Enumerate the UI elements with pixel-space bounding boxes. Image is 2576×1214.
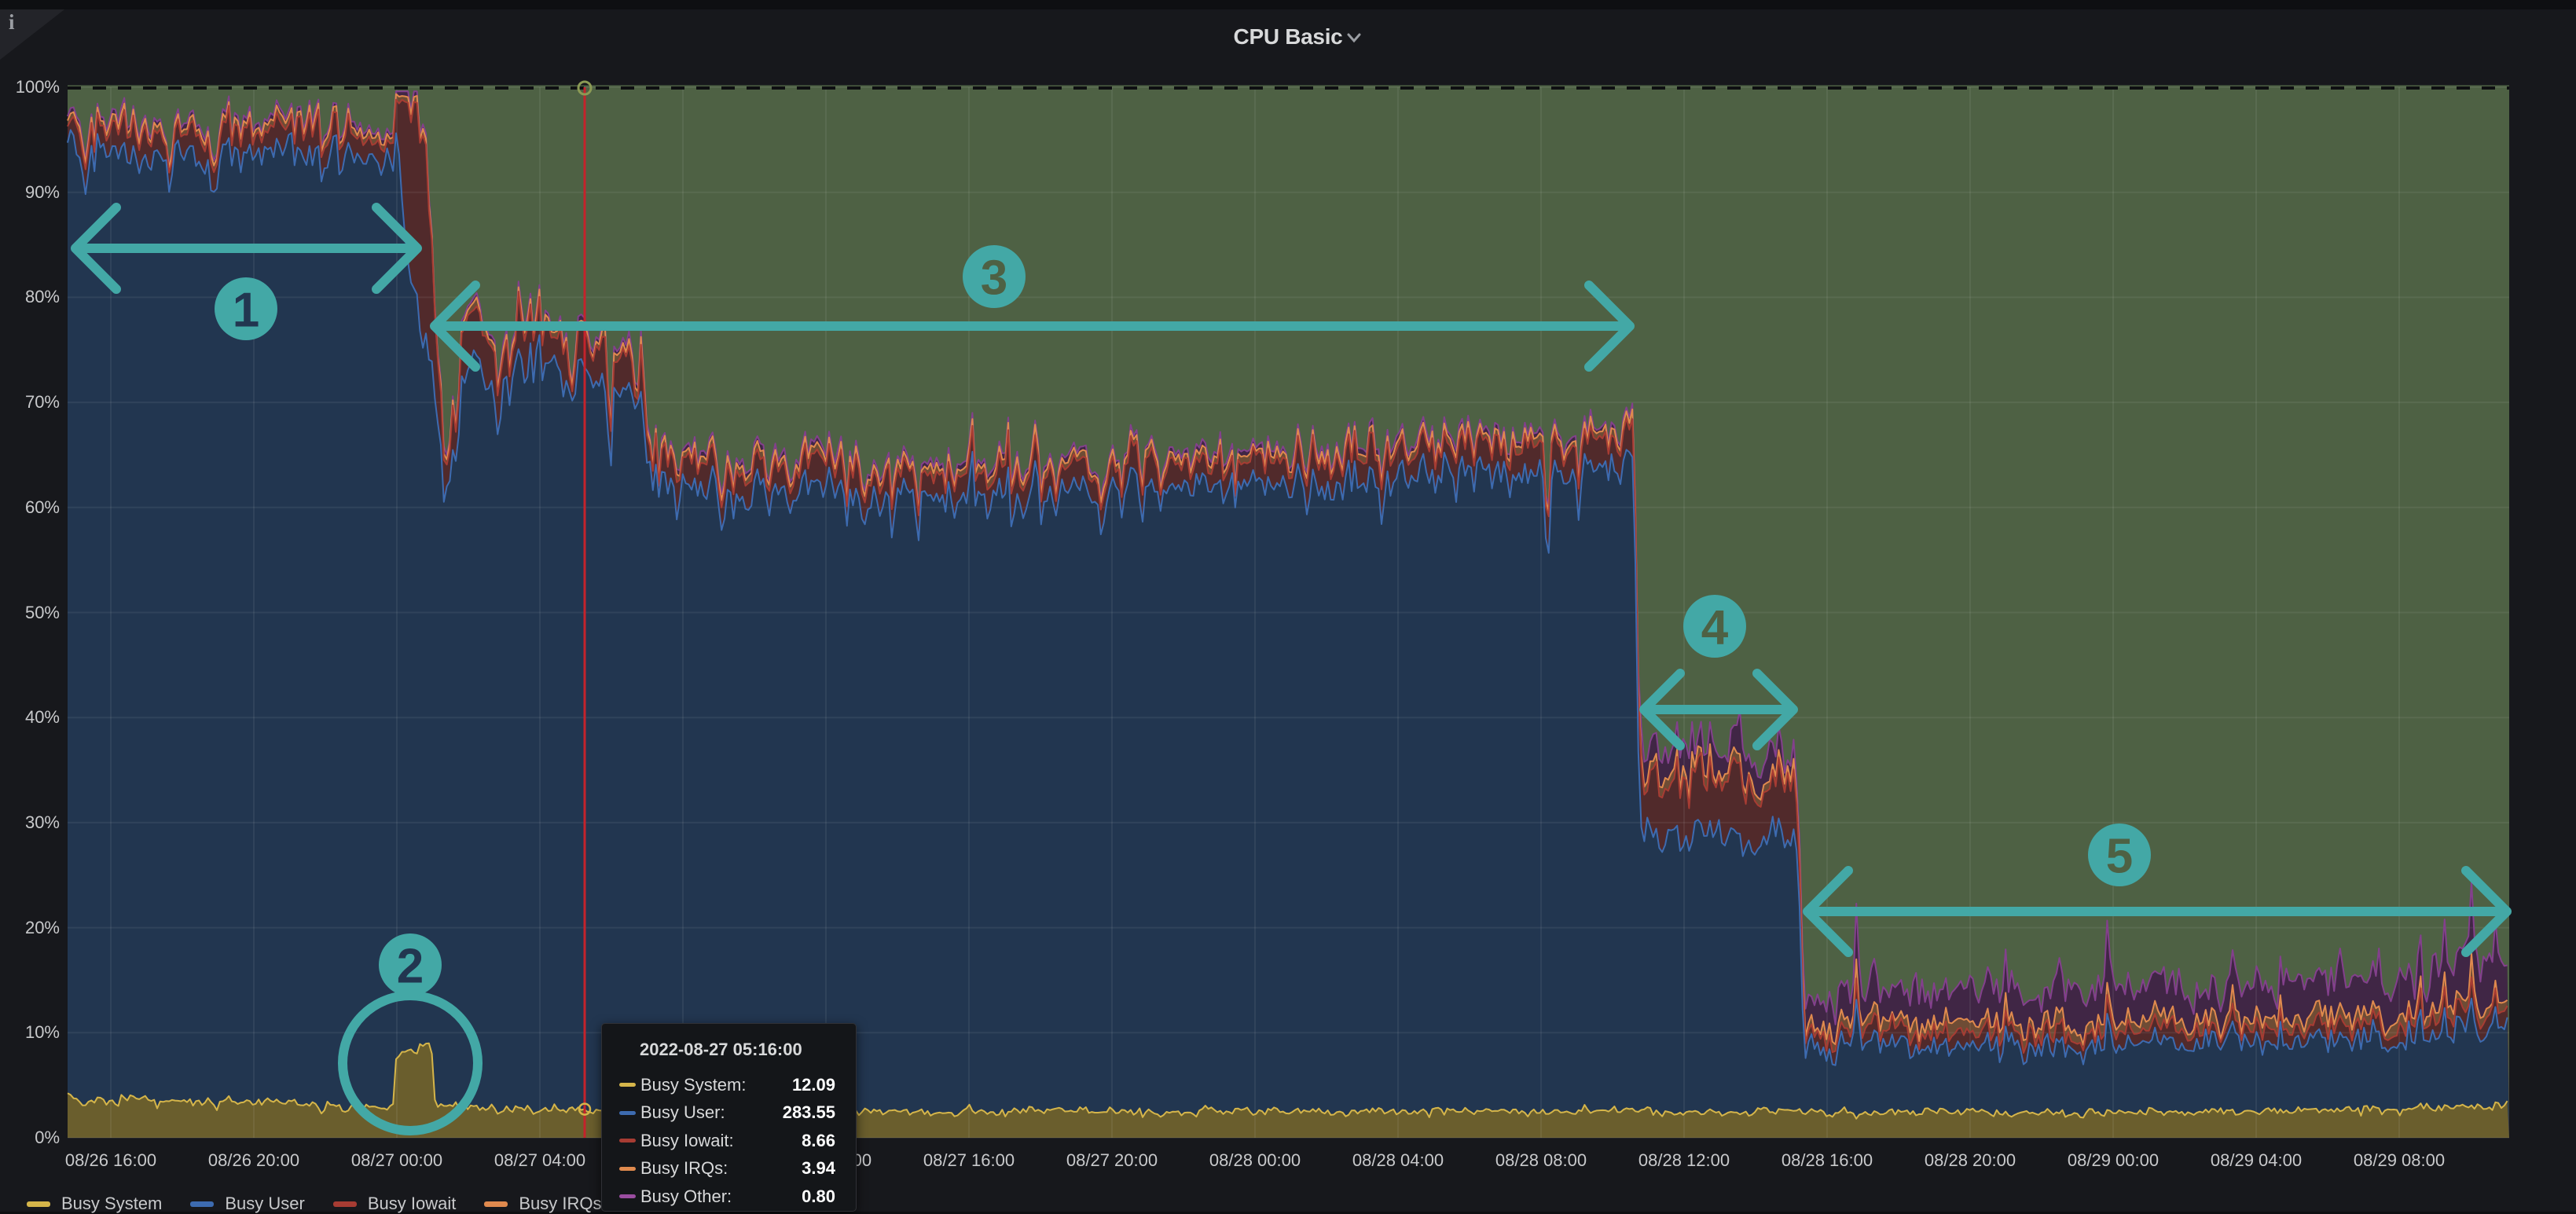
svg-text:3: 3 — [981, 251, 1007, 306]
svg-text:2: 2 — [397, 940, 424, 994]
svg-text:4: 4 — [1701, 601, 1729, 655]
svg-text:1: 1 — [233, 284, 259, 338]
svg-text:5: 5 — [2106, 830, 2133, 884]
